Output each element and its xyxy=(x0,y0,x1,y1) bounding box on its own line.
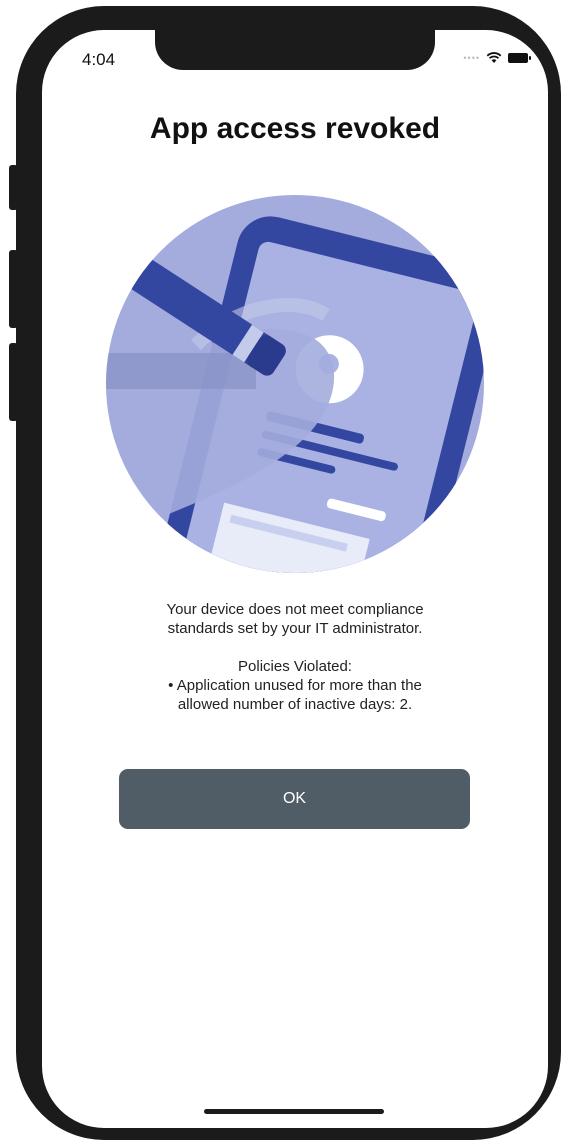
wiped-tablet-illustration xyxy=(106,195,484,573)
volume-up-button xyxy=(9,250,18,328)
status-icons: •••• xyxy=(463,52,531,64)
message-line: Your device does not meet compliance xyxy=(166,601,424,618)
wifi-icon xyxy=(486,52,502,63)
notch xyxy=(155,30,435,70)
battery-icon xyxy=(508,53,531,63)
mute-switch xyxy=(9,165,18,210)
phone-screen: 4:04 •••• App access revoked Your device… xyxy=(42,30,548,1128)
ok-button[interactable]: OK xyxy=(119,769,470,829)
policy-item: • Application unused for more than the xyxy=(168,677,422,694)
message-line: standards set by your IT administrator. xyxy=(167,620,423,637)
volume-down-button xyxy=(9,343,18,421)
cellular-dots-icon: •••• xyxy=(463,53,480,63)
policy-item: allowed number of inactive days: 2. xyxy=(177,696,413,713)
home-indicator[interactable] xyxy=(204,1109,384,1114)
compliance-message: Your device does not meet compliance sta… xyxy=(82,600,508,714)
policies-header: Policies Violated: xyxy=(238,658,352,675)
status-time: 4:04 xyxy=(82,50,116,69)
page-title: App access revoked xyxy=(149,112,441,145)
